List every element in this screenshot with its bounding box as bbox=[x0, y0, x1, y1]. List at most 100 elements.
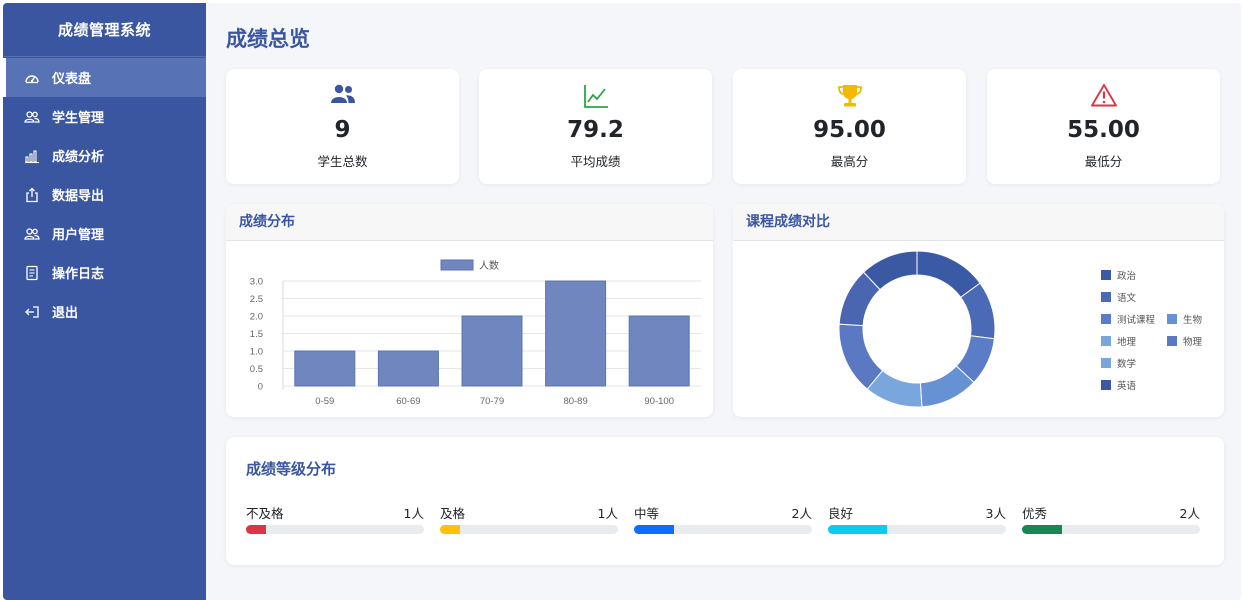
bar-90-100 bbox=[628, 315, 690, 387]
grade-name: 及格 bbox=[440, 506, 466, 521]
card-title: 成绩分布 bbox=[226, 204, 713, 241]
stat-label: 学生总数 bbox=[317, 154, 368, 169]
app-window: 成绩管理系统 仪表盘 学生管理 成绩分析 数据导出 用户管理 操作日志 退出 成… bbox=[3, 3, 1241, 600]
progress-bar bbox=[634, 525, 812, 534]
legend-item: 语文 bbox=[1101, 290, 1136, 304]
legend-item: 地理 bbox=[1101, 334, 1136, 348]
stat-value: 79.2 bbox=[567, 117, 624, 143]
progress-bar bbox=[1022, 525, 1200, 534]
grade-count: 1人 bbox=[597, 506, 618, 521]
y-tick-label: 2.0 bbox=[250, 312, 263, 323]
legend-item: 物理 bbox=[1167, 334, 1202, 348]
legend-label: 语文 bbox=[1117, 293, 1137, 304]
sidebar-item-analysis[interactable]: 成绩分析 bbox=[3, 136, 206, 175]
legend-label: 物理 bbox=[1183, 337, 1203, 348]
sidebar-item-label: 操作日志 bbox=[52, 267, 105, 282]
sidebar-item-label: 成绩分析 bbox=[52, 150, 105, 165]
grade-item-good: 良好 3人 bbox=[828, 503, 1006, 534]
legend-swatch bbox=[1101, 358, 1111, 368]
sidebar-item-logs[interactable]: 操作日志 bbox=[3, 253, 206, 292]
legend-label: 人数 bbox=[479, 259, 499, 272]
sidebar-nav: 仪表盘 学生管理 成绩分析 数据导出 用户管理 操作日志 退出 bbox=[3, 58, 206, 331]
app-title: 成绩管理系统 bbox=[3, 3, 206, 57]
grade-header: 不及格 1人 bbox=[246, 503, 424, 521]
grade-header: 优秀 2人 bbox=[1022, 503, 1200, 521]
sidebar-item-label: 用户管理 bbox=[52, 228, 105, 243]
legend-item: 政治 bbox=[1101, 268, 1136, 282]
sidebar-item-label: 学生管理 bbox=[52, 111, 105, 126]
legend-item: 测试课程 bbox=[1101, 312, 1155, 326]
legend-label: 数学 bbox=[1117, 359, 1137, 370]
grade-count: 3人 bbox=[985, 506, 1006, 521]
export-icon bbox=[24, 187, 40, 203]
stat-card-min: 55.00 最低分 bbox=[987, 69, 1220, 184]
progress-fill bbox=[828, 525, 888, 534]
sidebar-item-export[interactable]: 数据导出 bbox=[3, 175, 206, 214]
bar-80-89 bbox=[545, 280, 607, 387]
stat-card-max: 95.00 最高分 bbox=[733, 69, 966, 184]
legend-swatch bbox=[1101, 314, 1111, 324]
grade-item-medium: 中等 2人 bbox=[634, 503, 812, 534]
legend-swatch bbox=[1101, 270, 1111, 280]
sidebar-item-label: 数据导出 bbox=[52, 189, 105, 204]
legend-swatch bbox=[1101, 380, 1111, 390]
distribution-card: 成绩分布 0 0.5 1.0 1.5 2.0 2.5 3.0 0-59 60-69 70-79 8… bbox=[226, 204, 713, 417]
progress-bar bbox=[440, 525, 618, 534]
legend-label: 生物 bbox=[1183, 315, 1203, 326]
grade-count: 2人 bbox=[1179, 506, 1200, 521]
x-tick-label: 80-89 bbox=[563, 396, 587, 407]
legend-swatch bbox=[1101, 336, 1111, 346]
legend-swatch bbox=[1101, 292, 1111, 302]
grade-item-excellent: 优秀 2人 bbox=[1022, 503, 1200, 534]
trophy-icon bbox=[733, 83, 966, 109]
y-tick-label: 0.5 bbox=[250, 364, 263, 375]
distribution-bar-chart: 0 0.5 1.0 1.5 2.0 2.5 3.0 0-59 60-69 70-79 80-89 9… bbox=[250, 259, 701, 407]
progress-fill bbox=[246, 525, 266, 534]
stat-value: 55.00 bbox=[1067, 117, 1140, 143]
x-tick-label: 90-100 bbox=[644, 396, 674, 407]
grade-name: 优秀 bbox=[1022, 506, 1048, 521]
y-tick-label: 1.0 bbox=[250, 347, 263, 358]
progress-fill bbox=[440, 525, 460, 534]
sidebar-item-label: 仪表盘 bbox=[52, 72, 92, 87]
sidebar-item-dashboard[interactable]: 仪表盘 bbox=[3, 58, 206, 97]
bar-chart-icon bbox=[24, 148, 40, 164]
sidebar-item-students[interactable]: 学生管理 bbox=[3, 97, 206, 136]
users-icon bbox=[24, 226, 40, 242]
x-tick-label: 70-79 bbox=[480, 396, 504, 407]
stat-value: 95.00 bbox=[813, 117, 886, 143]
y-tick-label: 0 bbox=[258, 382, 263, 393]
x-tick-label: 0-59 bbox=[315, 396, 334, 407]
legend-swatch bbox=[1167, 314, 1177, 324]
legend-label: 测试课程 bbox=[1117, 315, 1156, 326]
sidebar-item-label: 退出 bbox=[52, 306, 79, 321]
grade-distribution-card: 成绩等级分布 不及格 1人 及格 1人 中等 2人 良好 3人 优秀 2人 bbox=[226, 437, 1224, 565]
main-content: 成绩总览 9 学生总数 79.2 平均成绩 95.00 最高分 55.00 最低… bbox=[206, 3, 1241, 600]
logout-icon bbox=[24, 304, 40, 320]
bar-70-79 bbox=[461, 315, 523, 387]
y-tick-label: 1.5 bbox=[250, 329, 263, 340]
stat-label: 平均成绩 bbox=[570, 154, 621, 169]
legend-item: 英语 bbox=[1101, 378, 1136, 392]
users-icon bbox=[24, 109, 40, 125]
log-icon bbox=[24, 265, 40, 281]
stat-label: 最高分 bbox=[830, 154, 869, 169]
sidebar-item-users[interactable]: 用户管理 bbox=[3, 214, 206, 253]
grade-header: 及格 1人 bbox=[440, 503, 618, 521]
legend-label: 地理 bbox=[1117, 337, 1137, 348]
grade-count: 2人 bbox=[791, 506, 812, 521]
legend-label: 政治 bbox=[1117, 271, 1137, 282]
course-card: 课程成绩对比 政治 语文 测试课程 生物 地理 物理 数学 英语 bbox=[733, 204, 1224, 417]
sidebar: 成绩管理系统 仪表盘 学生管理 成绩分析 数据导出 用户管理 操作日志 退出 bbox=[3, 3, 206, 600]
progress-bar bbox=[828, 525, 1006, 534]
course-donut-chart bbox=[838, 250, 996, 408]
y-tick-label: 2.5 bbox=[250, 294, 263, 305]
y-tick-label: 3.0 bbox=[250, 277, 263, 288]
progress-fill bbox=[634, 525, 674, 534]
legend-swatch bbox=[1167, 336, 1177, 346]
grade-item-pass: 及格 1人 bbox=[440, 503, 618, 534]
legend-swatch bbox=[440, 259, 474, 271]
sidebar-item-logout[interactable]: 退出 bbox=[3, 292, 206, 331]
progress-fill bbox=[1022, 525, 1062, 534]
page-title: 成绩总览 bbox=[226, 27, 310, 51]
